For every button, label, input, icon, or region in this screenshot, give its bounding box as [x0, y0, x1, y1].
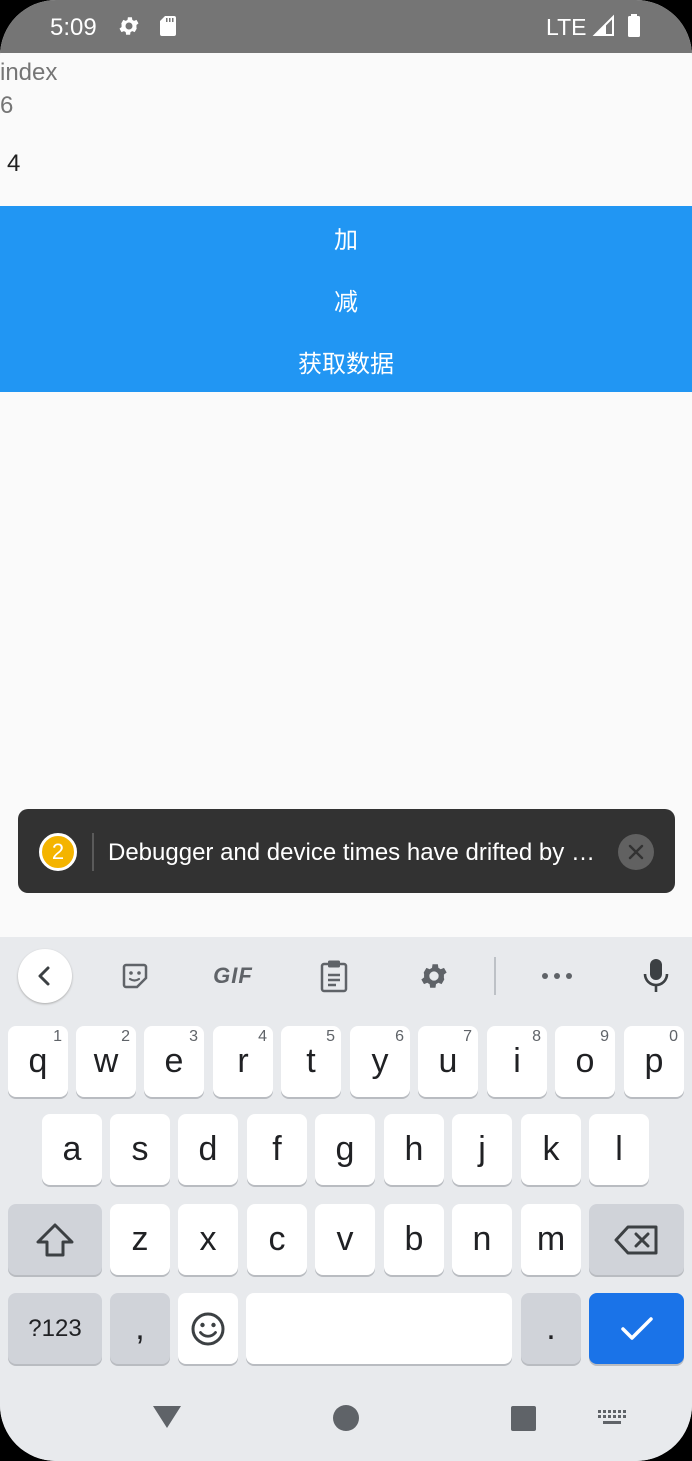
toast-divider	[92, 833, 94, 871]
nav-back-button[interactable]	[150, 1404, 184, 1435]
add-button[interactable]: 加	[0, 206, 692, 268]
key-w[interactable]: w2	[76, 1026, 136, 1097]
more-options-button[interactable]	[532, 937, 582, 1015]
key-b[interactable]: b	[384, 1204, 444, 1275]
key-p[interactable]: p0	[624, 1026, 684, 1097]
battery-icon	[628, 14, 640, 37]
key-x[interactable]: x	[178, 1204, 238, 1275]
debugger-toast: 2 Debugger and device times have drifted…	[18, 809, 675, 893]
key-j[interactable]: j	[452, 1114, 512, 1185]
gif-label: GIF	[213, 963, 253, 988]
key-o[interactable]: o9	[555, 1026, 615, 1097]
sticker-icon	[122, 963, 148, 989]
toolbar-divider	[494, 957, 496, 995]
key-t[interactable]: t5	[281, 1026, 341, 1097]
key-h[interactable]: h	[384, 1114, 444, 1185]
key-g[interactable]: g	[315, 1114, 375, 1185]
system-nav-bar	[0, 1380, 692, 1461]
nav-recents-button[interactable]	[511, 1406, 536, 1431]
key-r[interactable]: r4	[213, 1026, 273, 1097]
settings-gear-icon	[119, 17, 139, 35]
clipboard-icon	[320, 960, 348, 993]
network-type: LTE	[546, 14, 587, 40]
backspace-icon	[614, 1225, 657, 1254]
emoji-smile-icon	[191, 1312, 225, 1345]
keyboard-back-button[interactable]	[18, 949, 72, 1003]
space-bar[interactable]	[246, 1293, 512, 1364]
key-c[interactable]: c	[247, 1204, 307, 1275]
comma-key[interactable]: ,	[110, 1293, 170, 1364]
key-e[interactable]: e3	[144, 1026, 204, 1097]
status-bar: 5:09 LTE	[0, 0, 692, 53]
key-d[interactable]: d	[178, 1114, 238, 1185]
toast-message: Debugger and device times have drifted b…	[108, 839, 595, 866]
sd-card-icon	[160, 16, 176, 36]
key-n[interactable]: n	[452, 1204, 512, 1275]
period-key[interactable]: .	[521, 1293, 581, 1364]
keyboard-settings-button[interactable]	[410, 937, 458, 1015]
count-value: 4	[7, 150, 21, 177]
key-k[interactable]: k	[521, 1114, 581, 1185]
close-icon	[628, 844, 644, 860]
key-v[interactable]: v	[315, 1204, 375, 1275]
chevron-left-icon	[38, 966, 50, 986]
shift-arrow-icon	[36, 1223, 74, 1256]
index-value: 6	[0, 92, 14, 119]
key-q[interactable]: q1	[8, 1026, 68, 1097]
key-i[interactable]: i8	[487, 1026, 547, 1097]
keyboard-switch-button[interactable]	[598, 1410, 628, 1431]
gear-icon	[421, 964, 447, 988]
app-content: index 6 4 加 减 获取数据	[0, 53, 692, 937]
notification-count-badge: 2	[39, 833, 77, 871]
key-m[interactable]: m	[521, 1204, 581, 1275]
clipboard-button[interactable]	[310, 937, 358, 1015]
key-f[interactable]: f	[247, 1114, 307, 1185]
subtract-button[interactable]: 减	[0, 268, 692, 330]
keyboard-grid-icon	[598, 1410, 626, 1424]
microphone-icon	[643, 959, 669, 992]
status-time: 5:09	[50, 14, 97, 41]
key-u[interactable]: u7	[418, 1026, 478, 1097]
key-s[interactable]: s	[110, 1114, 170, 1185]
gif-button[interactable]: GIF	[205, 937, 261, 1015]
fetch-data-button[interactable]: 获取数据	[0, 330, 692, 392]
signal-icon	[592, 14, 614, 36]
key-a[interactable]: a	[42, 1114, 102, 1185]
voice-input-button[interactable]	[632, 937, 680, 1015]
symbols-key[interactable]: ?123	[8, 1293, 102, 1364]
phone-screen: 5:09 LTE index 6 4 加 减 获取数据 2 Debugger a…	[0, 0, 692, 1461]
index-label: index	[0, 59, 58, 86]
nav-back-triangle-icon	[153, 1406, 181, 1428]
key-l[interactable]: l	[589, 1114, 649, 1185]
key-y[interactable]: y6	[350, 1026, 410, 1097]
emoji-key[interactable]	[178, 1293, 238, 1364]
enter-done-key[interactable]	[589, 1293, 684, 1364]
more-horizontal-icon	[542, 973, 572, 979]
sticker-button[interactable]	[110, 937, 160, 1015]
backspace-key[interactable]	[589, 1204, 684, 1275]
nav-home-button[interactable]	[333, 1405, 359, 1431]
key-z[interactable]: z	[110, 1204, 170, 1275]
toast-close-button[interactable]	[618, 834, 654, 870]
checkmark-icon	[620, 1316, 653, 1340]
shift-key[interactable]	[8, 1204, 102, 1275]
